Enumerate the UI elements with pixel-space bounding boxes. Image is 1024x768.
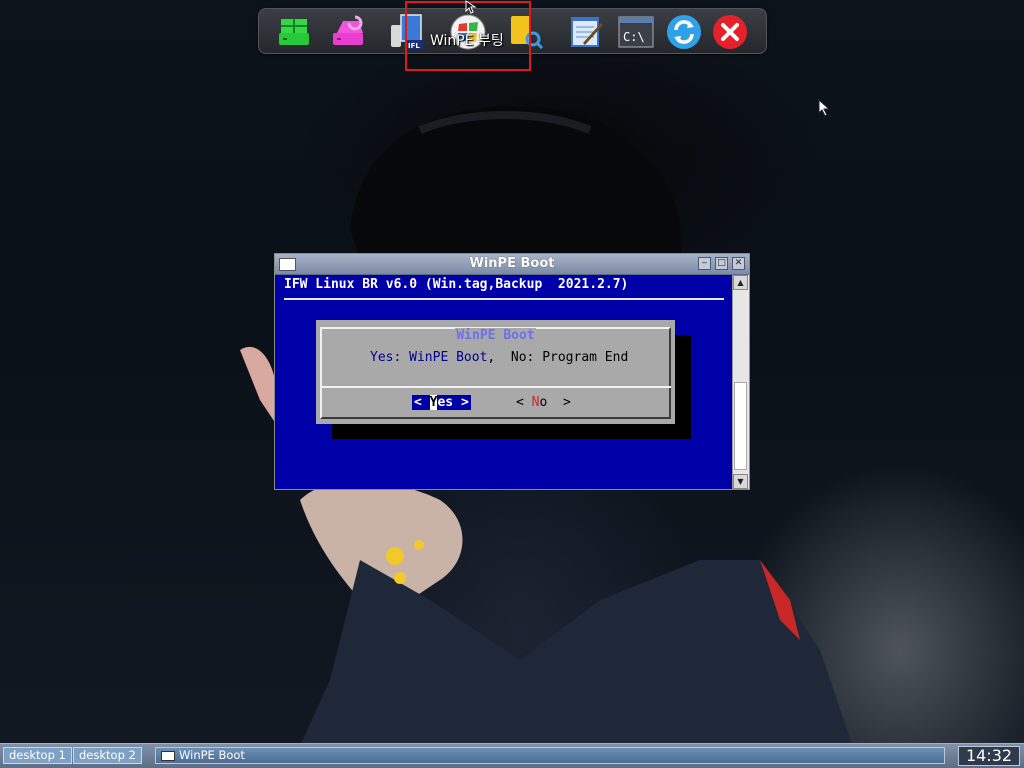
terminal-header: IFW Linux BR v6.0 (Win.tag,Backup 2021.2…	[284, 277, 629, 292]
partition-manager-green-icon[interactable]	[275, 13, 313, 51]
disk-recovery-pink-icon[interactable]	[329, 13, 367, 51]
taskbar-item-label: WinPE Boot	[179, 748, 245, 762]
taskbar: desktop 1 desktop 2 WinPE Boot 14:32	[0, 743, 1024, 768]
svg-text:C:\: C:\	[623, 30, 645, 44]
close-button[interactable]: ✕	[732, 257, 745, 270]
scroll-up-arrow-icon[interactable]: ▲	[733, 275, 748, 290]
yes-button-pre: <	[414, 395, 430, 410]
dialog-message-no: No: Program End	[510, 350, 629, 365]
mouse-pointer-icon	[818, 99, 831, 117]
dialog-title-text: WinPE Boot	[455, 328, 536, 343]
maximize-button[interactable]: □	[715, 257, 728, 270]
no-button[interactable]: < No >	[516, 395, 571, 410]
terminal-divider	[284, 298, 724, 300]
mouse-pointer-icon	[465, 0, 477, 14]
dialog-message: Yes: WinPE Boot, No: Program End	[370, 350, 628, 365]
refresh-icon[interactable]	[665, 13, 703, 51]
scroll-down-arrow-icon[interactable]: ▼	[733, 474, 748, 489]
clock[interactable]: 14:32	[958, 746, 1020, 766]
no-button-post: o >	[539, 395, 571, 410]
yes-button[interactable]: < Yes >	[412, 395, 471, 410]
no-button-pre: <	[516, 395, 532, 410]
dialog-title: WinPE Boot	[322, 328, 669, 343]
taskbar-item-winpe-boot[interactable]: WinPE Boot	[155, 747, 945, 764]
command-prompt-icon[interactable]: C:\	[617, 13, 655, 51]
scrollbar-thumb[interactable]	[734, 382, 747, 470]
close-red-icon[interactable]	[711, 13, 749, 51]
yes-button-post: es >	[437, 395, 469, 410]
desktop-1-button[interactable]: desktop 1	[3, 747, 72, 764]
window-icon	[161, 751, 175, 761]
dialog-frame: WinPE Boot	[320, 327, 671, 419]
dock-tooltip: WinPE 부팅	[430, 33, 504, 49]
dialog-message-yes: Yes: WinPE Boot	[370, 350, 488, 365]
window-titlebar[interactable]: WinPE Boot ‒ □ ✕	[275, 254, 749, 275]
minimize-button[interactable]: ‒	[698, 257, 711, 270]
winpe-boot-dialog: WinPE Boot Yes: WinPE Boot, No: Program …	[316, 320, 675, 424]
dialog-message-separator: ,	[487, 350, 511, 365]
dialog-separator	[320, 386, 671, 388]
notepad-icon[interactable]	[567, 13, 605, 51]
window-title: WinPE Boot	[469, 256, 555, 271]
desktop-2-button[interactable]: desktop 2	[73, 747, 142, 764]
vertical-scrollbar[interactable]: ▲ ▼	[732, 275, 749, 489]
